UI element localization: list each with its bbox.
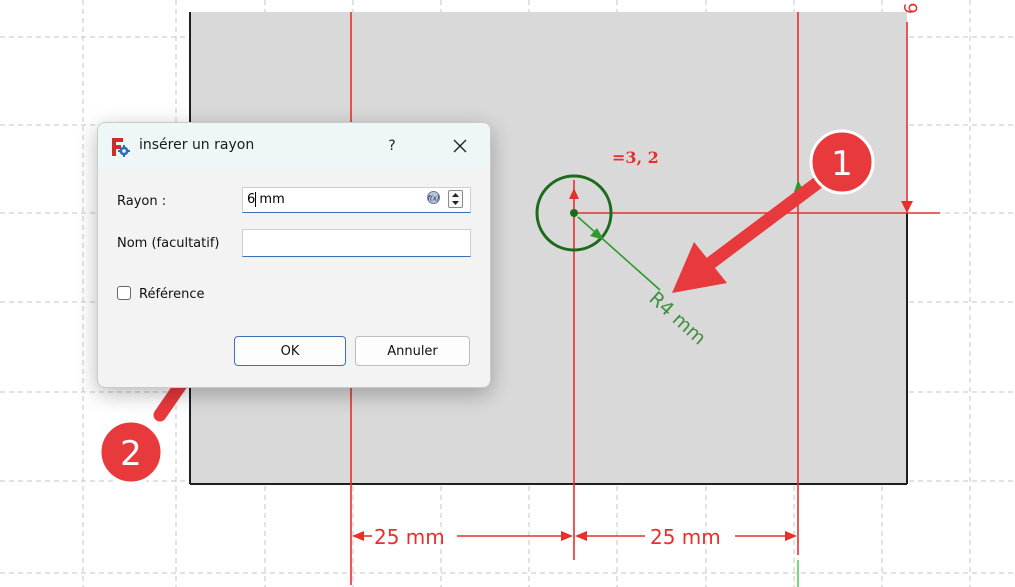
radius-label: Rayon : xyxy=(117,194,167,209)
ok-button[interactable]: OK xyxy=(234,336,346,366)
radius-value: 6 mm xyxy=(247,192,285,207)
svg-text:f(x): f(x) xyxy=(427,195,439,203)
equal-constraint-label: =3, 2 xyxy=(612,148,659,167)
name-input[interactable] xyxy=(242,229,471,257)
reference-label[interactable]: Référence xyxy=(139,287,204,302)
callout-badge-1: 1 xyxy=(809,129,875,195)
partial-dimension-text: 6 xyxy=(901,3,922,14)
help-button[interactable]: ? xyxy=(376,132,408,160)
name-label: Nom (facultatif) xyxy=(117,236,220,251)
dimension-right-text: 25 mm xyxy=(650,525,721,549)
spin-up-icon[interactable] xyxy=(449,191,462,199)
cancel-button[interactable]: Annuler xyxy=(355,336,470,366)
spin-down-icon[interactable] xyxy=(449,199,462,207)
value-spinner[interactable] xyxy=(448,190,463,208)
callout-badge-2: 2 xyxy=(98,419,164,485)
expression-f-icon[interactable]: f(x) xyxy=(427,191,440,204)
freecad-gear-icon xyxy=(112,138,130,157)
close-icon xyxy=(453,139,467,153)
insert-radius-dialog: insérer un rayon ? Rayon : 6 mm f(x) Nom… xyxy=(97,122,491,388)
radius-input[interactable]: 6 mm f(x) xyxy=(242,187,471,213)
svg-text:1: 1 xyxy=(831,144,853,184)
dimension-left-text: 25 mm xyxy=(374,525,445,549)
circle-center-point[interactable] xyxy=(570,209,578,217)
dialog-title: insérer un rayon xyxy=(139,137,255,153)
dialog-titlebar[interactable]: insérer un rayon ? xyxy=(98,123,490,169)
close-button[interactable] xyxy=(444,132,476,160)
text-caret xyxy=(255,192,256,207)
reference-checkbox[interactable] xyxy=(117,286,131,300)
svg-text:2: 2 xyxy=(120,434,142,474)
